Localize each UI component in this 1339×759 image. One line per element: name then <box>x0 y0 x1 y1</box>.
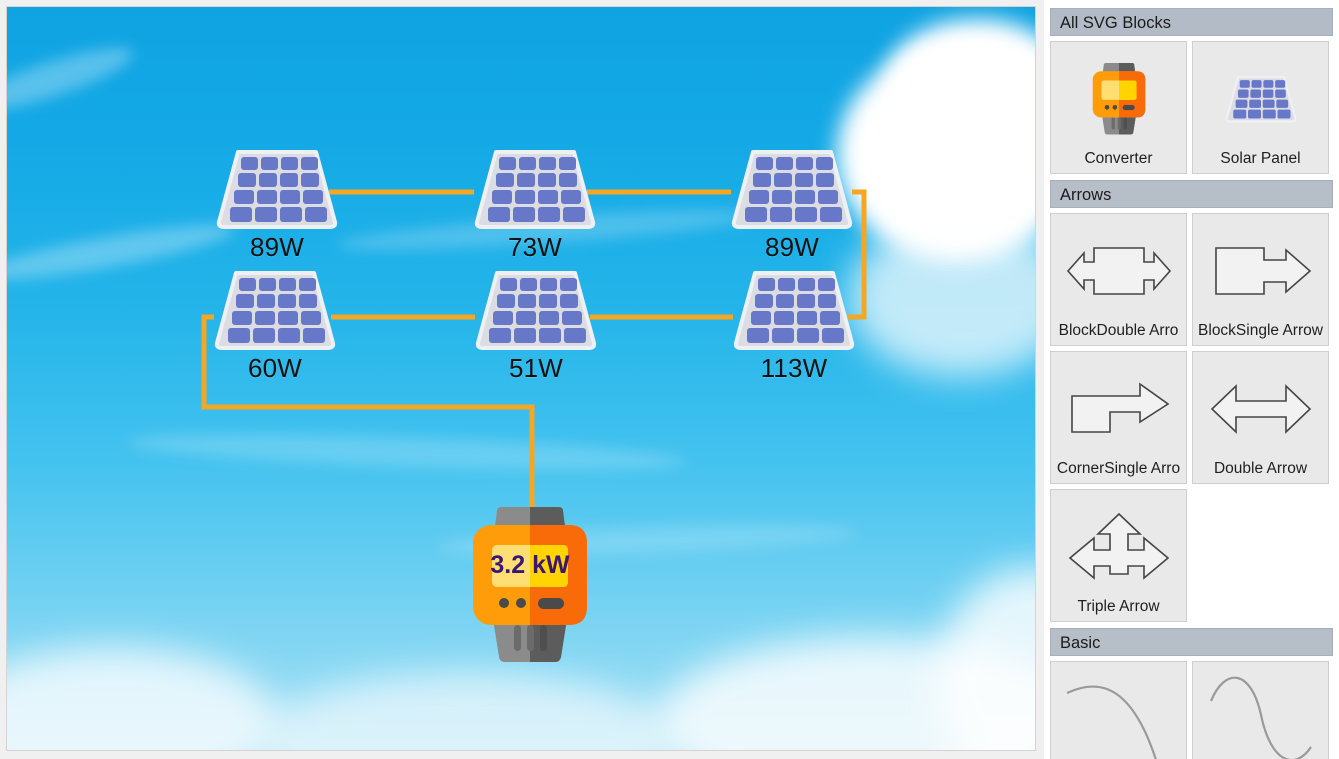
palette-item-triple-arrow[interactable]: Triple Arrow <box>1050 489 1187 622</box>
palette-item-label: BlockSingle Arrow <box>1198 322 1323 339</box>
panel-power-label: 60W <box>247 353 303 383</box>
node-solar-panel-2[interactable]: 73W <box>474 148 596 263</box>
corner-single-arrow-icon <box>1070 382 1169 433</box>
palette-item-block-single-arrow[interactable]: BlockSingle Arrow <box>1192 213 1329 346</box>
node-converter-1[interactable]: 3.2 kW <box>471 507 589 668</box>
palette-item-label: Converter <box>1084 150 1153 167</box>
tile-grid-basic: Arc Bezier <box>1050 661 1333 759</box>
solar-panel-icon <box>214 271 336 350</box>
palette-item-arc[interactable]: Arc <box>1050 661 1187 759</box>
tile-art <box>1195 668 1326 759</box>
tile-art <box>1053 48 1184 150</box>
tile-art <box>1195 48 1326 150</box>
tile-art <box>1053 668 1184 759</box>
node-solar-panel-3[interactable]: 89W <box>731 148 853 263</box>
palette-item-converter[interactable]: Converter <box>1050 41 1187 174</box>
node-solar-panel-1[interactable]: 89W <box>216 148 338 263</box>
solar-panel-icon <box>1225 75 1296 123</box>
panel-power-label: 113W <box>760 353 828 383</box>
node-solar-panel-4[interactable]: 60W <box>214 269 336 384</box>
tile-grid-all-svg-blocks: Converter Solar Panel <box>1050 41 1333 174</box>
solar-panel-icon <box>733 271 855 350</box>
palette-item-label: CornerSingle Arro <box>1056 460 1181 477</box>
solar-panel-icon <box>474 150 596 229</box>
palette-item-label: BlockDouble Arro <box>1058 322 1179 339</box>
node-solar-panel-6[interactable]: 113W <box>733 269 855 384</box>
tile-art <box>1053 358 1184 460</box>
palette-item-label: Solar Panel <box>1220 150 1301 167</box>
tile-grid-arrows: BlockDouble Arro BlockSingle Arrow Corne… <box>1050 213 1333 622</box>
group-header-arrows[interactable]: Arrows <box>1050 180 1333 208</box>
converter-icon <box>1092 63 1145 135</box>
palette-item-bezier[interactable]: Bezier <box>1192 661 1329 759</box>
canvas-container: 89W 73W 89W 60W 51W 113W 3.2 kW <box>0 0 1044 759</box>
group-header-basic[interactable]: Basic <box>1050 628 1333 656</box>
tile-art <box>1053 220 1184 322</box>
solar-panel-icon <box>475 271 597 350</box>
palette-item-label: Triple Arrow <box>1077 598 1160 615</box>
block-library-sidebar[interactable]: All SVG Blocks Converter Solar Panel Arr… <box>1044 0 1339 759</box>
double-arrow-icon <box>1210 384 1311 434</box>
solar-panel-icon <box>216 150 338 229</box>
bezier-curve-icon <box>1209 676 1312 759</box>
diagram-canvas[interactable]: 89W 73W 89W 60W 51W 113W 3.2 kW <box>6 6 1036 751</box>
block-single-arrow-icon <box>1214 247 1311 295</box>
tile-art <box>1195 358 1326 460</box>
panel-power-label: 89W <box>764 232 820 262</box>
block-double-arrow-icon <box>1066 247 1171 295</box>
application-window: 89W 73W 89W 60W 51W 113W 3.2 kW All SVG … <box>0 0 1339 759</box>
arc-curve-icon <box>1066 685 1157 759</box>
node-solar-panel-5[interactable]: 51W <box>475 269 597 384</box>
panel-power-label: 73W <box>507 232 563 262</box>
palette-item-block-double-arrow[interactable]: BlockDouble Arro <box>1050 213 1187 346</box>
solar-panel-icon <box>731 150 853 229</box>
panel-power-label: 89W <box>249 232 305 262</box>
group-header-all-svg-blocks[interactable]: All SVG Blocks <box>1050 8 1333 36</box>
converter-display-value: 3.2 kW <box>490 551 570 579</box>
converter-icon: 3.2 kW <box>473 507 587 662</box>
tile-art <box>1053 496 1184 598</box>
tile-art <box>1195 220 1326 322</box>
palette-item-label: Double Arrow <box>1213 460 1308 477</box>
palette-item-double-arrow[interactable]: Double Arrow <box>1192 351 1329 484</box>
triple-arrow-icon <box>1068 512 1169 580</box>
panel-power-label: 51W <box>508 353 564 383</box>
palette-item-corner-single-arrow[interactable]: CornerSingle Arro <box>1050 351 1187 484</box>
palette-item-solar-panel[interactable]: Solar Panel <box>1192 41 1329 174</box>
